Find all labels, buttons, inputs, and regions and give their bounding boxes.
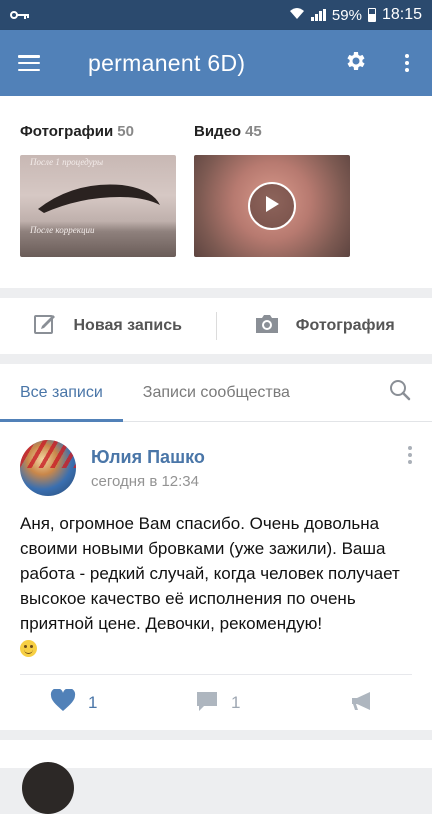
like-button[interactable]: 1 (50, 676, 97, 730)
key-icon (10, 7, 30, 23)
page-title: permanent 6D) (88, 50, 245, 77)
more-options-button[interactable] (382, 30, 432, 96)
new-post-label: Новая запись (73, 317, 182, 335)
wall-post: Юлия Пашко сегодня в 12:34 Аня, огромное… (0, 422, 432, 730)
wall-tabs: Все записи Записи сообщества (0, 364, 432, 422)
tab-community-posts[interactable]: Записи сообщества (123, 364, 310, 421)
photos-header: Фотографии50 (20, 123, 134, 140)
post-menu-button[interactable] (408, 446, 412, 464)
like-count: 1 (88, 693, 97, 713)
comment-button[interactable]: 1 (195, 676, 240, 730)
videos-block[interactable]: Видео45 (194, 123, 262, 140)
avatar[interactable] (20, 440, 76, 496)
video-thumbnail[interactable] (194, 155, 350, 257)
signal-icon (311, 9, 326, 21)
videos-header: Видео45 (194, 123, 262, 140)
eyebrow-image (34, 175, 164, 215)
more-vertical-icon (405, 54, 409, 72)
menu-button[interactable] (0, 30, 58, 96)
photos-label: Фотографии (20, 123, 113, 140)
menu-icon (18, 55, 40, 71)
divider (20, 674, 412, 675)
play-button[interactable] (248, 182, 296, 230)
camera-icon (254, 313, 280, 340)
status-bar: 59% 18:15 (0, 0, 432, 30)
post-author[interactable]: Юлия Пашко (91, 447, 205, 468)
search-icon (389, 379, 411, 406)
photo-thumbnail[interactable]: После 1 процедуры После коррекции (20, 155, 176, 257)
photos-block[interactable]: Фотографии50 (20, 123, 134, 140)
videos-label: Видео (194, 123, 241, 140)
post-actions: 1 1 (0, 676, 432, 730)
megaphone-icon (350, 690, 374, 717)
settings-button[interactable] (330, 30, 382, 96)
compose-bar: Новая запись Фотография (0, 298, 432, 354)
heart-icon (50, 689, 76, 717)
more-vertical-icon (408, 446, 412, 464)
videos-count: 45 (245, 123, 262, 140)
share-button[interactable] (350, 676, 374, 730)
avatar[interactable] (22, 762, 74, 814)
gear-icon (344, 49, 368, 78)
next-post (0, 740, 432, 768)
edit-icon (33, 312, 57, 341)
clock: 18:15 (382, 6, 422, 24)
photo-caption-top: После 1 процедуры (30, 157, 103, 167)
media-section: Фотографии50 После 1 процедуры После кор… (0, 96, 432, 288)
app-bar: permanent 6D) (0, 30, 432, 96)
photos-count: 50 (117, 123, 134, 140)
wifi-icon (289, 7, 305, 24)
battery-percent: 59% (332, 7, 362, 24)
comment-count: 1 (231, 693, 240, 713)
photo-caption-bottom: После коррекции (30, 225, 94, 235)
tab-all-posts[interactable]: Все записи (0, 364, 123, 421)
post-text: Аня, огромное Вам спасибо. Очень довольн… (20, 514, 400, 633)
battery-icon (368, 8, 376, 22)
add-photo-label: Фотография (296, 317, 395, 335)
play-icon (263, 194, 281, 219)
new-post-button[interactable]: Новая запись (0, 298, 216, 354)
search-button[interactable] (368, 364, 432, 421)
post-timestamp[interactable]: сегодня в 12:34 (91, 473, 199, 490)
post-text-block: Аня, огромное Вам спасибо. Очень довольн… (20, 511, 416, 661)
comment-icon (195, 690, 219, 717)
wink-emoji-icon (20, 640, 37, 657)
add-photo-button[interactable]: Фотография (217, 298, 432, 354)
